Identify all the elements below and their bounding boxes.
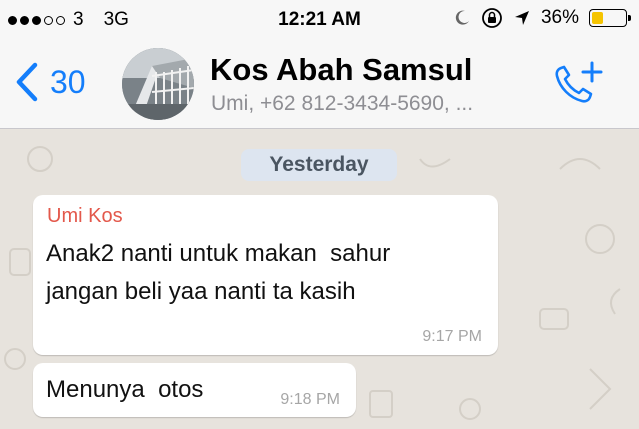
group-avatar[interactable] <box>122 48 194 120</box>
moon-icon <box>455 10 469 25</box>
date-separator: Yesterday <box>241 149 397 181</box>
message-line: jangan beli yaa nanti ta kasih <box>46 278 356 305</box>
chevron-left-icon <box>16 62 38 102</box>
message-line: Anak2 nanti untuk makan sahur <box>46 240 391 267</box>
back-button[interactable]: 30 <box>14 62 86 102</box>
message-time: 9:17 PM <box>422 328 482 345</box>
battery-percent: 36% <box>540 7 579 28</box>
message-time: 9:18 PM <box>280 391 340 408</box>
message-sender[interactable]: Umi Kos <box>47 205 123 228</box>
battery-icon <box>589 9 631 27</box>
message-text: Menunya otos <box>46 376 204 403</box>
avatar-image <box>122 48 194 120</box>
battery-level <box>592 12 604 24</box>
message-bubble[interactable]: Menunya otos 9:18 PM <box>33 363 356 417</box>
location-arrow-icon <box>514 11 529 25</box>
message-text: Anak2 nanti untuk makan sahur jangan bel… <box>46 235 390 311</box>
chat-title[interactable]: Kos Abah Samsul <box>210 52 472 88</box>
add-call-button[interactable] <box>552 60 606 113</box>
chat-header: 30 Kos Abah Samsul Umi, +62 812-3434-569… <box>0 40 639 129</box>
lock-rotation-icon <box>482 8 502 28</box>
message-bubble[interactable]: Umi Kos Anak2 nanti untuk makan sahur ja… <box>33 195 498 355</box>
status-bar: 3 3G 12:21 AM 36% <box>0 0 639 40</box>
chat-area[interactable]: Yesterday Umi Kos Anak2 nanti untuk maka… <box>0 129 639 429</box>
status-right: 36% <box>453 7 631 29</box>
chat-participants[interactable]: Umi, +62 812-3434-5690, ... <box>211 92 473 116</box>
unread-count: 30 <box>50 63 86 100</box>
add-call-icon <box>555 61 603 103</box>
